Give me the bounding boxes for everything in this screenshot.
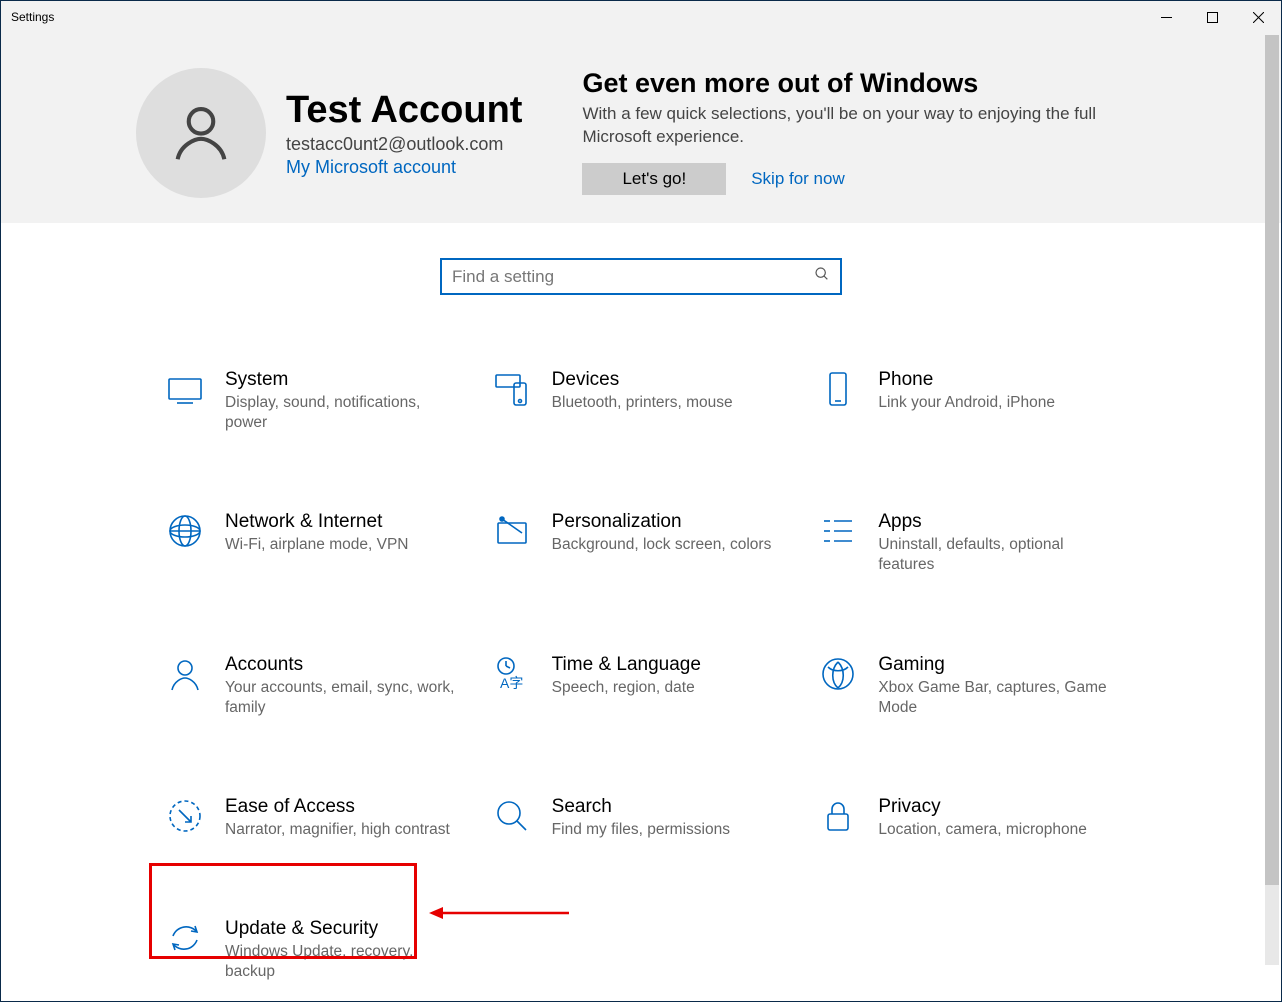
tile-desc: Windows Update, recovery, backup bbox=[225, 942, 455, 982]
lets-go-button[interactable]: Let's go! bbox=[582, 163, 726, 195]
tile-update-security[interactable]: Update & Security Windows Update, recove… bbox=[161, 914, 478, 986]
tile-desc: Wi-Fi, airplane mode, VPN bbox=[225, 535, 408, 555]
tile-search[interactable]: Search Find my files, permissions bbox=[488, 792, 805, 844]
account-link[interactable]: My Microsoft account bbox=[286, 157, 522, 178]
tile-phone[interactable]: Phone Link your Android, iPhone bbox=[814, 365, 1131, 437]
window-title: Settings bbox=[11, 10, 54, 24]
skip-link[interactable]: Skip for now bbox=[751, 169, 845, 189]
tile-network[interactable]: Network & Internet Wi-Fi, airplane mode,… bbox=[161, 507, 478, 579]
tile-time-language[interactable]: A字 Time & Language Speech, region, date bbox=[488, 650, 805, 722]
tile-personalization[interactable]: Personalization Background, lock screen,… bbox=[488, 507, 805, 579]
tile-desc: Background, lock screen, colors bbox=[552, 535, 772, 555]
tile-title: Search bbox=[552, 796, 730, 818]
settings-grid: System Display, sound, notifications, po… bbox=[161, 365, 1131, 986]
tile-apps[interactable]: Apps Uninstall, defaults, optional featu… bbox=[814, 507, 1131, 579]
tile-accounts[interactable]: Accounts Your accounts, email, sync, wor… bbox=[161, 650, 478, 722]
maximize-button[interactable] bbox=[1189, 1, 1235, 33]
ease-of-access-icon bbox=[165, 796, 205, 836]
tile-title: Apps bbox=[878, 511, 1108, 533]
promo-block: Get even more out of Windows With a few … bbox=[582, 68, 1102, 195]
apps-icon bbox=[818, 511, 858, 551]
tile-desc: Your accounts, email, sync, work, family bbox=[225, 678, 455, 718]
scrollbar[interactable] bbox=[1265, 35, 1279, 965]
promo-actions: Let's go! Skip for now bbox=[582, 163, 1102, 195]
tile-title: System bbox=[225, 369, 455, 391]
close-button[interactable] bbox=[1235, 1, 1281, 33]
personalization-icon bbox=[492, 511, 532, 551]
search-input[interactable] bbox=[452, 267, 814, 287]
tile-gaming[interactable]: Gaming Xbox Game Bar, captures, Game Mod… bbox=[814, 650, 1131, 722]
account-name: Test Account bbox=[286, 89, 522, 132]
time-language-icon: A字 bbox=[492, 654, 532, 694]
update-security-icon bbox=[165, 918, 205, 958]
scrollbar-thumb[interactable] bbox=[1265, 35, 1279, 885]
tile-title: Time & Language bbox=[552, 654, 701, 676]
accounts-icon bbox=[165, 654, 205, 694]
tile-title: Ease of Access bbox=[225, 796, 450, 818]
tile-title: Update & Security bbox=[225, 918, 455, 940]
phone-icon bbox=[818, 369, 858, 409]
tile-title: Accounts bbox=[225, 654, 455, 676]
promo-body: With a few quick selections, you'll be o… bbox=[582, 103, 1102, 149]
tile-system[interactable]: System Display, sound, notifications, po… bbox=[161, 365, 478, 437]
search-box[interactable] bbox=[440, 258, 842, 295]
tile-title: Gaming bbox=[878, 654, 1108, 676]
search-category-icon bbox=[492, 796, 532, 836]
window-controls bbox=[1143, 1, 1281, 33]
account-block: Test Account testacc0unt2@outlook.com My… bbox=[136, 68, 522, 198]
tile-desc: Uninstall, defaults, optional features bbox=[878, 535, 1108, 575]
tile-ease-of-access[interactable]: Ease of Access Narrator, magnifier, high… bbox=[161, 792, 478, 844]
search-wrap bbox=[1, 258, 1281, 295]
tile-desc: Bluetooth, printers, mouse bbox=[552, 393, 733, 413]
tile-title: Privacy bbox=[878, 796, 1087, 818]
tile-title: Devices bbox=[552, 369, 733, 391]
gaming-icon bbox=[818, 654, 858, 694]
tile-title: Network & Internet bbox=[225, 511, 408, 533]
promo-title: Get even more out of Windows bbox=[582, 68, 1102, 99]
search-icon bbox=[814, 266, 830, 287]
tile-desc: Display, sound, notifications, power bbox=[225, 393, 455, 433]
tile-title: Phone bbox=[878, 369, 1055, 391]
minimize-button[interactable] bbox=[1143, 1, 1189, 33]
header: Test Account testacc0unt2@outlook.com My… bbox=[1, 33, 1281, 223]
account-text: Test Account testacc0unt2@outlook.com My… bbox=[286, 89, 522, 178]
tile-desc: Link your Android, iPhone bbox=[878, 393, 1055, 413]
tile-devices[interactable]: Devices Bluetooth, printers, mouse bbox=[488, 365, 805, 437]
svg-text:A字: A字 bbox=[500, 675, 523, 691]
account-email: testacc0unt2@outlook.com bbox=[286, 134, 522, 155]
tile-desc: Narrator, magnifier, high contrast bbox=[225, 820, 450, 840]
tile-desc: Location, camera, microphone bbox=[878, 820, 1087, 840]
avatar bbox=[136, 68, 266, 198]
tile-title: Personalization bbox=[552, 511, 772, 533]
tile-desc: Find my files, permissions bbox=[552, 820, 730, 840]
tile-desc: Speech, region, date bbox=[552, 678, 701, 698]
tile-desc: Xbox Game Bar, captures, Game Mode bbox=[878, 678, 1108, 718]
titlebar: Settings bbox=[1, 1, 1281, 33]
network-icon bbox=[165, 511, 205, 551]
tile-privacy[interactable]: Privacy Location, camera, microphone bbox=[814, 792, 1131, 844]
privacy-icon bbox=[818, 796, 858, 836]
devices-icon bbox=[492, 369, 532, 409]
system-icon bbox=[165, 369, 205, 409]
